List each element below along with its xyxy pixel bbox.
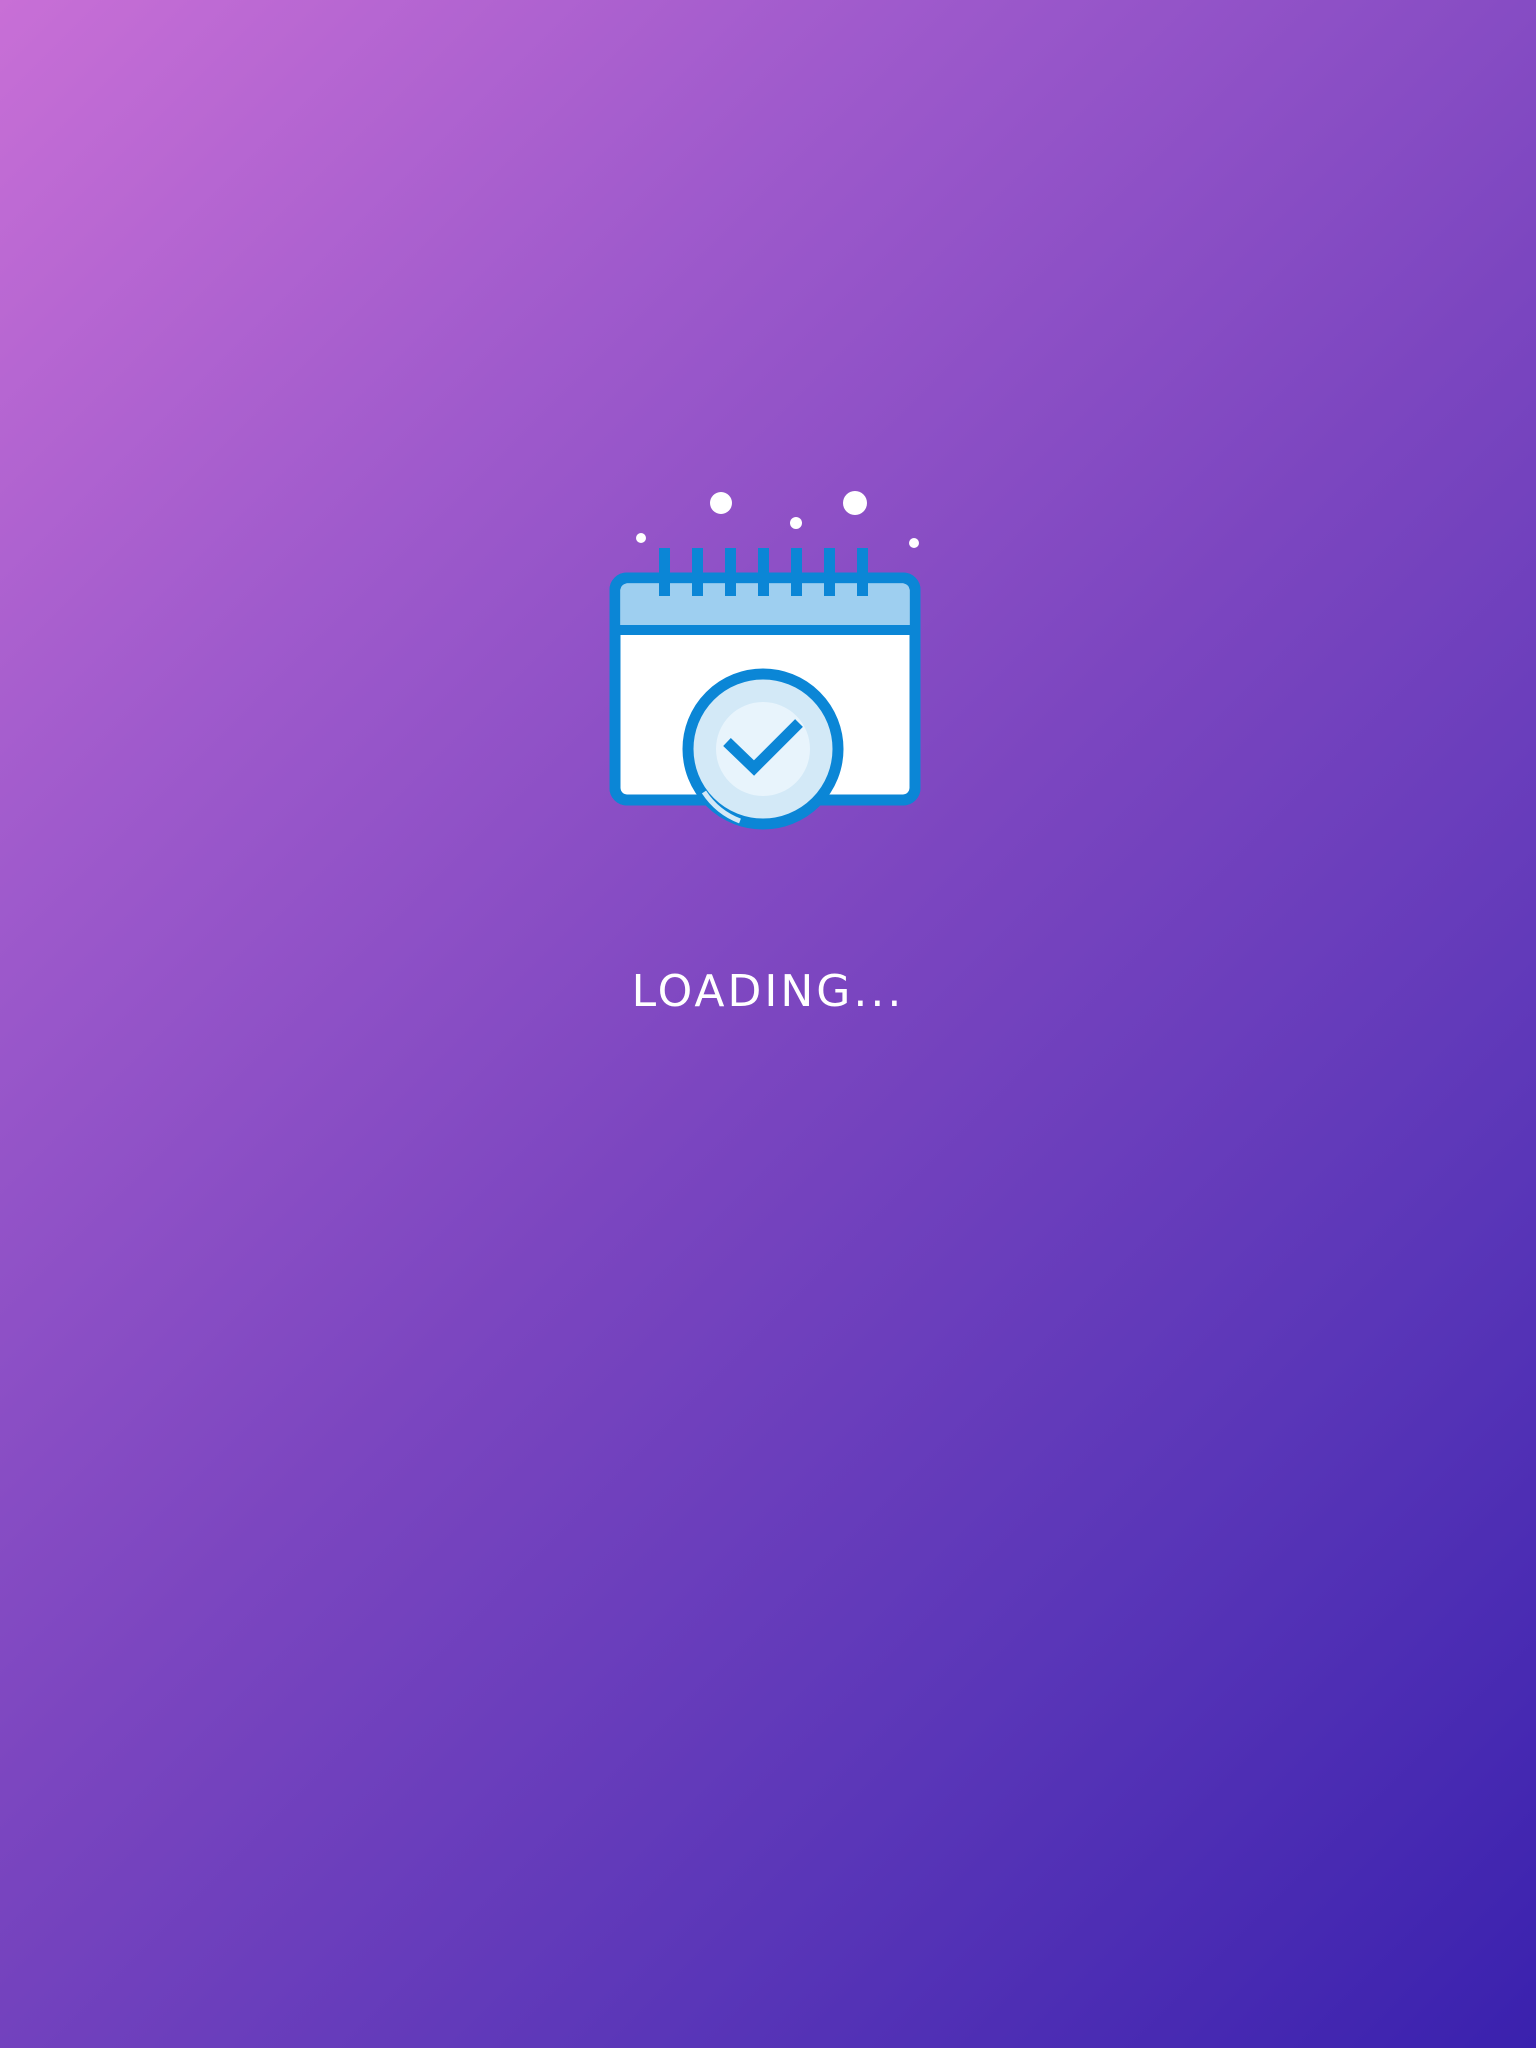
- sparkle-dots: [636, 491, 919, 548]
- loading-screen: LOADING...: [0, 0, 1536, 2048]
- loading-label: LOADING...: [631, 966, 905, 1017]
- calendar-check-icon: [600, 480, 936, 840]
